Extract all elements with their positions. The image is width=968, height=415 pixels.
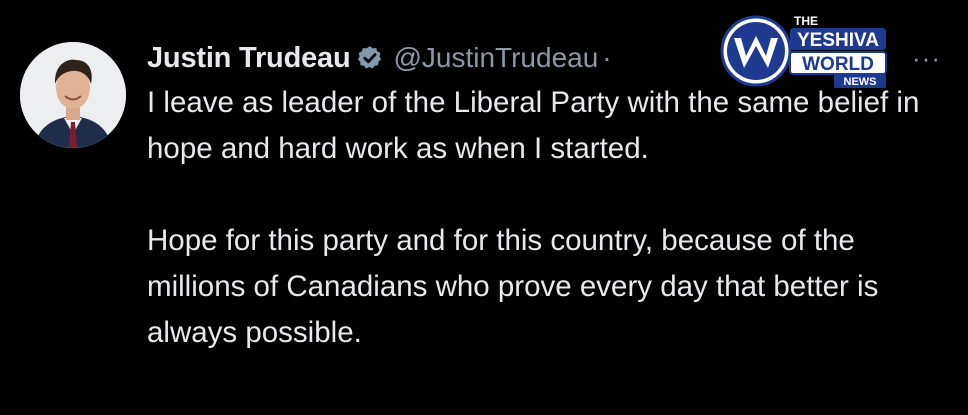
tweet-paragraph: Hope for this party and for this country… — [147, 224, 879, 349]
handle[interactable]: @JustinTrudeau — [393, 42, 598, 74]
tweet-text: I leave as leader of the Liberal Party w… — [147, 80, 947, 356]
tweet-header: Justin Trudeau @JustinTrudeau · — [147, 38, 612, 78]
more-options-icon[interactable]: ··· — [912, 45, 941, 71]
separator-dot: · — [602, 42, 612, 73]
verified-badge-icon — [356, 44, 384, 72]
tweet: Justin Trudeau @JustinTrudeau · ··· THE … — [0, 0, 968, 415]
watermark-line-1: THE — [794, 14, 818, 28]
watermark-line-3: WORLD — [802, 54, 874, 75]
avatar[interactable] — [20, 42, 126, 148]
avatar-photo — [20, 42, 126, 148]
tweet-paragraph: I leave as leader of the Liberal Party w… — [147, 86, 920, 165]
watermark-logo: THE YESHIVA WORLD NEWS — [718, 12, 898, 90]
watermark-line-2: YESHIVA — [797, 30, 879, 51]
display-name[interactable]: Justin Trudeau — [147, 42, 351, 75]
